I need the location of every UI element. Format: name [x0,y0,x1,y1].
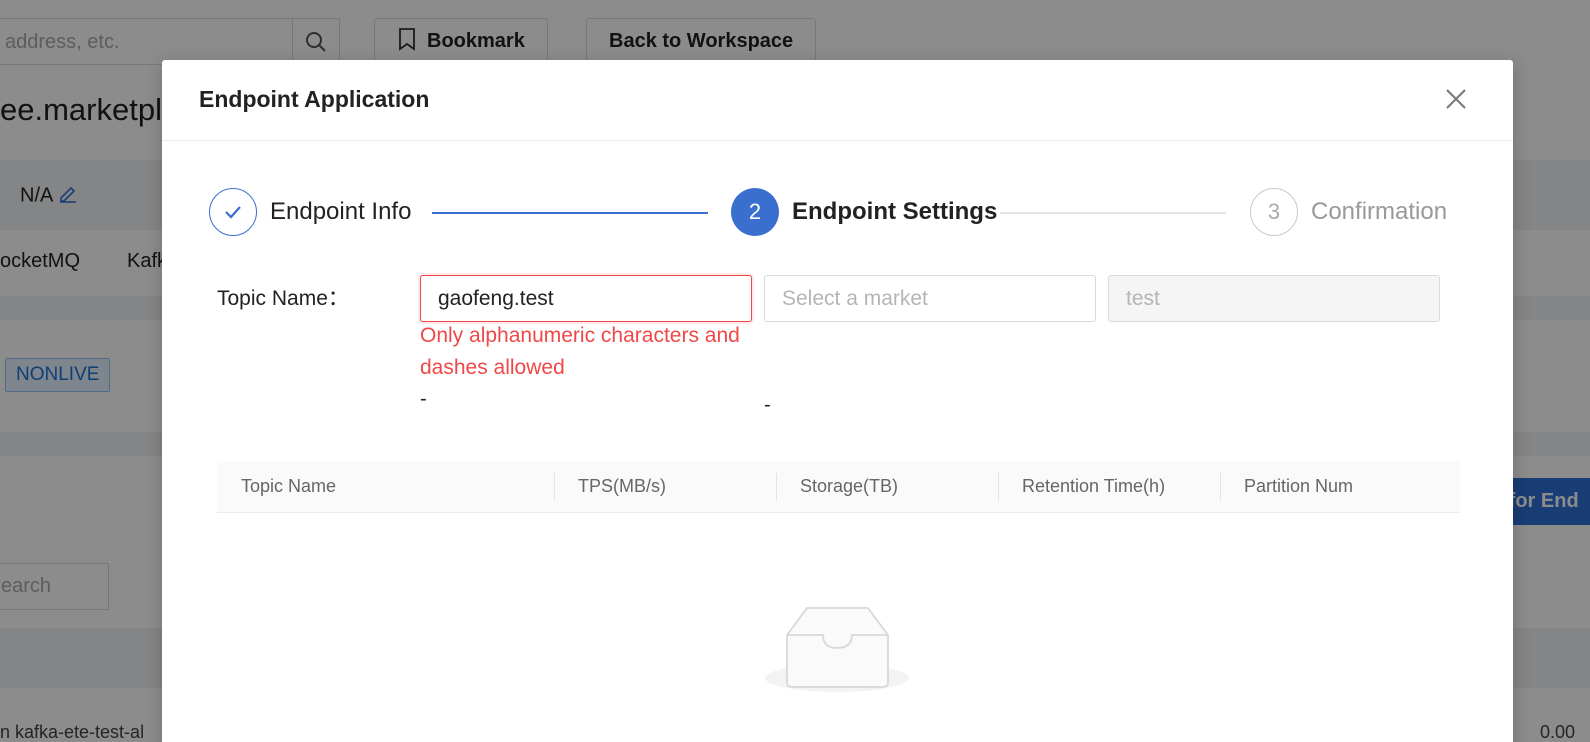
step-endpoint-settings: 2 Endpoint Settings [731,188,997,236]
close-icon[interactable] [1443,86,1469,112]
step-connector-done [432,212,708,214]
dash-separator: - [764,394,771,416]
topic-suffix-input: test [1108,275,1440,322]
column-partition: Partition Num [1244,476,1354,496]
column-storage: Storage(TB) [800,476,899,496]
step-label: Confirmation [1311,198,1448,225]
market-select[interactable]: Select a market [764,275,1096,322]
step-number: 3 [1250,188,1298,236]
column-retention: Retention Time(h) [1022,476,1166,496]
step-label: Endpoint Info [270,198,412,225]
column-tps: TPS(MB/s) [578,476,666,496]
topic-name-input[interactable]: gaofeng.test [420,275,752,322]
check-icon [209,188,257,236]
topic-table-header: Topic Name TPS(MB/s) Storage(TB) Retenti… [217,461,1460,513]
topic-name-error: Only alphanumeric characters and dashes … [420,324,740,379]
step-endpoint-info: Endpoint Info [209,188,411,236]
empty-inbox-icon [765,600,915,705]
dash-separator: - [420,388,427,410]
step-confirmation: 3 Confirmation [1250,188,1447,236]
step-number: 2 [731,188,779,236]
column-topic-name: Topic Name [241,476,337,496]
modal-title: Endpoint Application [199,86,430,112]
endpoint-application-modal: Endpoint Application Endpoint Info 2 End… [162,60,1513,742]
step-label: Endpoint Settings [792,198,998,225]
step-connector-pending [1000,212,1226,214]
topic-name-label: Topic Name： [217,287,349,310]
modal-header: Endpoint Application [162,60,1513,141]
